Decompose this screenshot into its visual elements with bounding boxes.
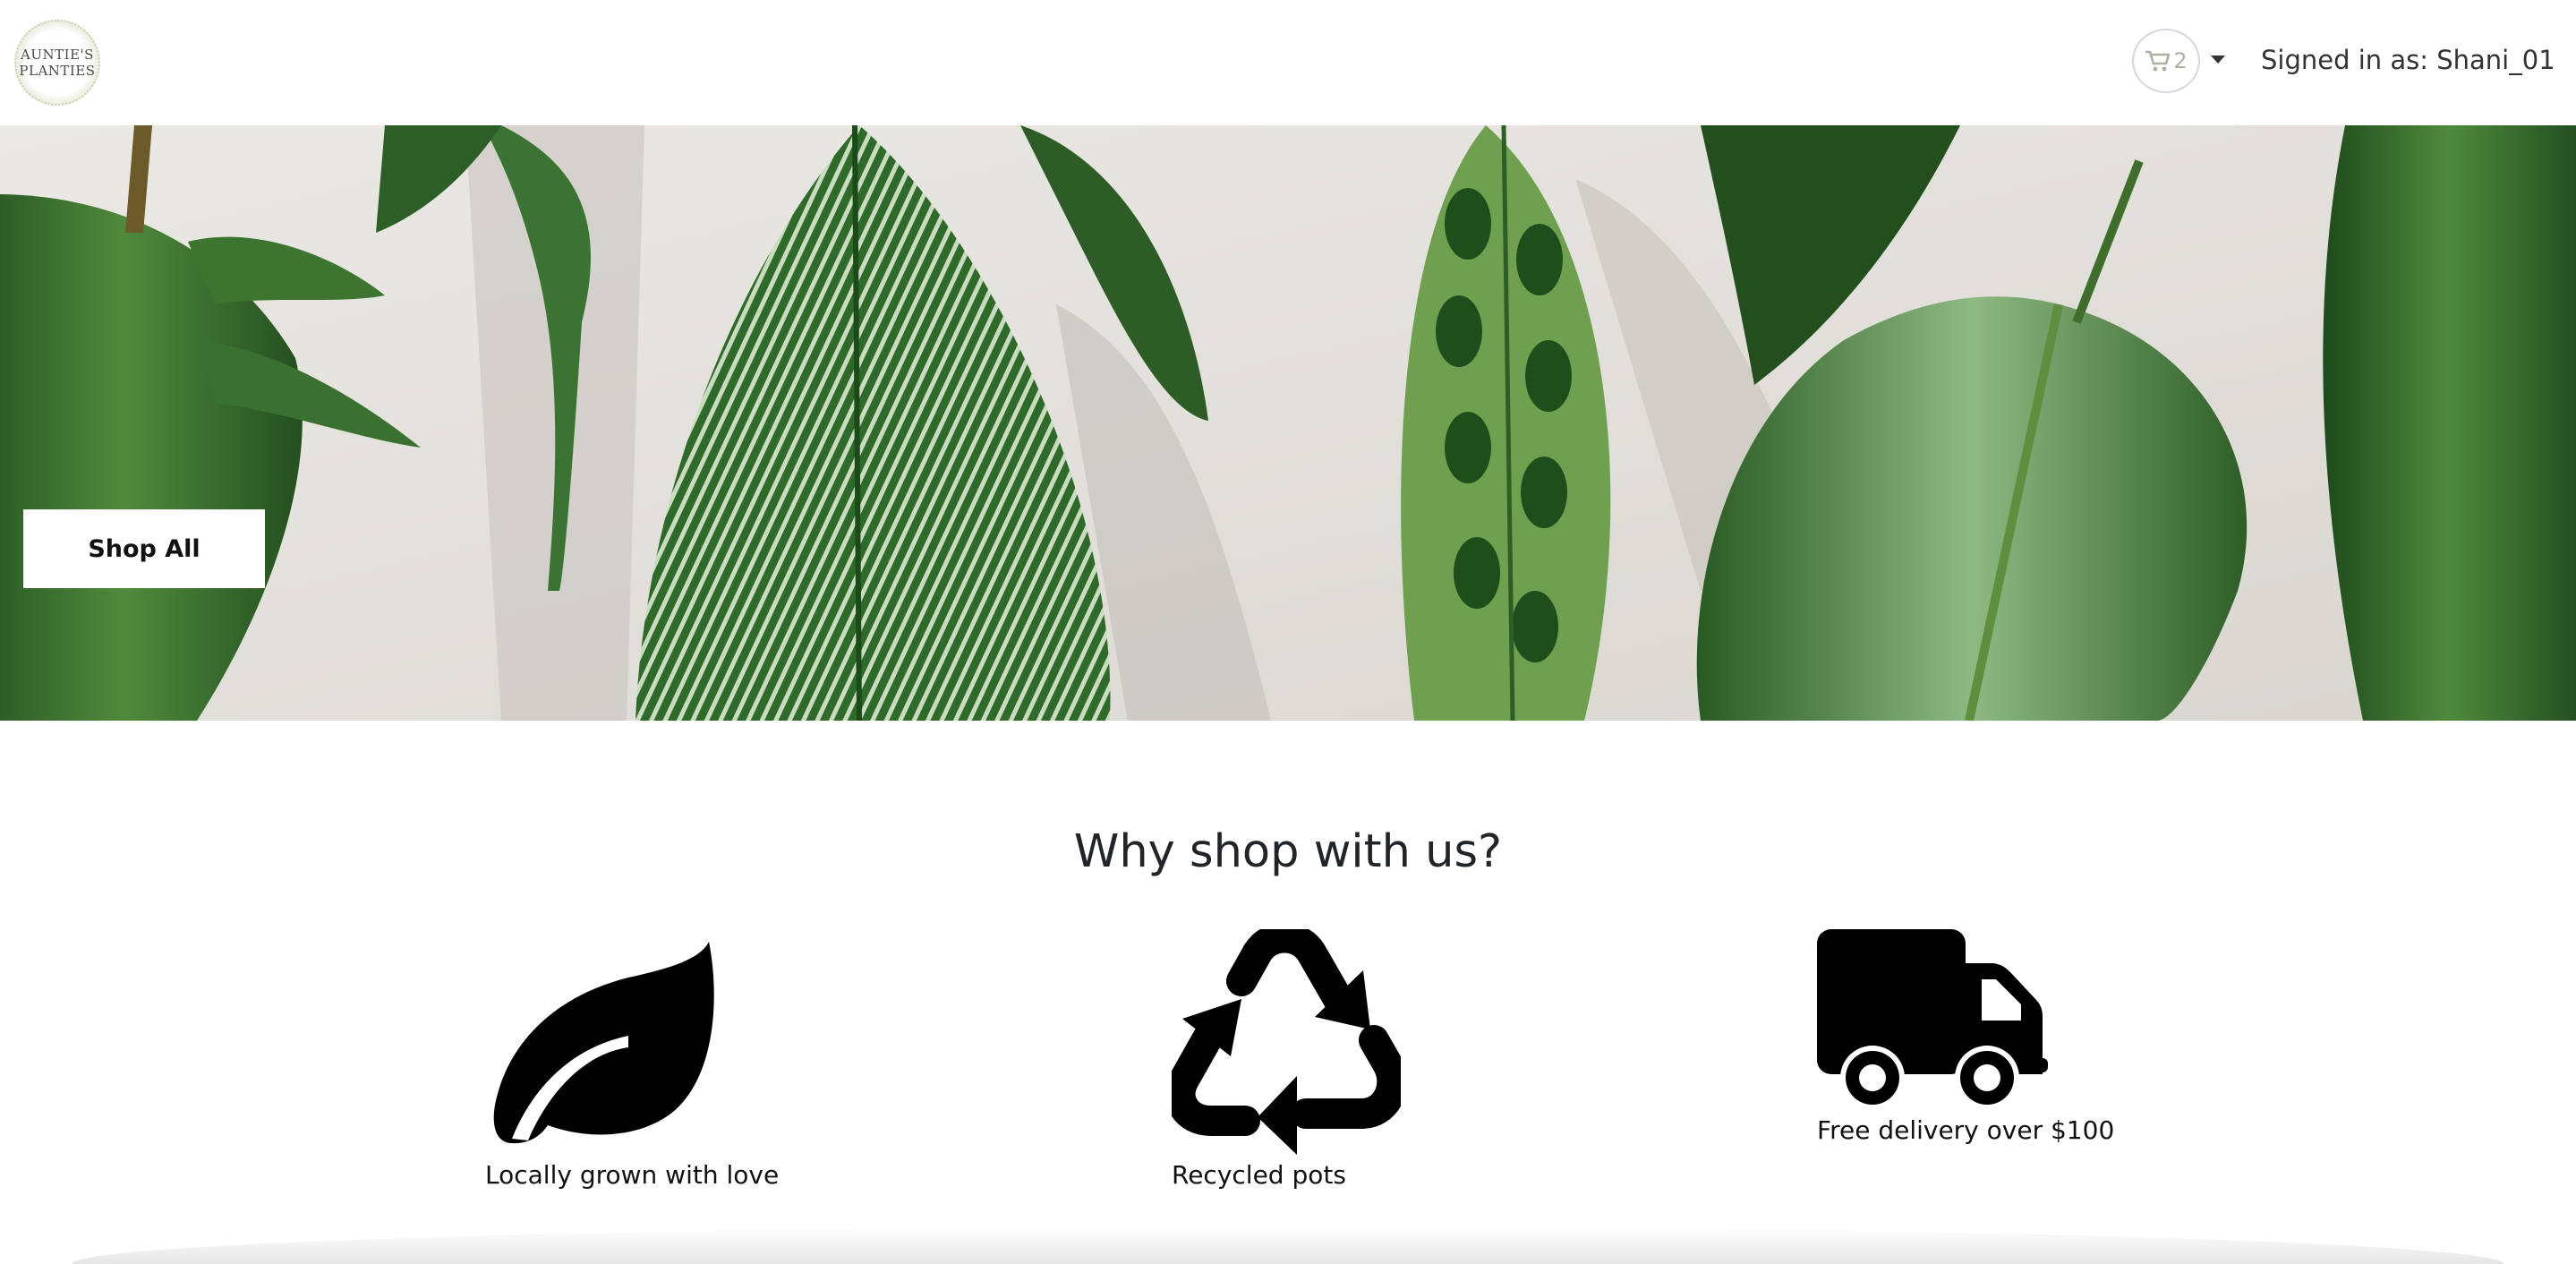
cart-icon — [2145, 50, 2171, 72]
truck-icon — [1817, 929, 2048, 1110]
shop-all-button[interactable]: Shop All — [23, 509, 265, 588]
chevron-down-icon[interactable] — [2211, 56, 2225, 64]
brand-logo[interactable]: AUNTIE'S PLANTIES — [14, 20, 100, 106]
feature-label: Free delivery over $100 — [1817, 1115, 2115, 1145]
logo-text-line1: AUNTIE'S — [21, 47, 94, 63]
recycle-icon — [1172, 929, 1401, 1155]
hero-banner: Shop All — [0, 125, 2576, 721]
section-title: Why shop with us? — [1073, 825, 1503, 878]
feature-locally-grown: Locally grown with love — [485, 942, 779, 1190]
hero-leaves-image — [0, 125, 2576, 721]
feature-recycled-pots: Recycled pots — [1172, 929, 1401, 1190]
cart-button[interactable]: 2 — [2132, 29, 2200, 93]
feature-label: Locally grown with love — [485, 1160, 780, 1190]
cart-count-badge: 2 — [2173, 48, 2188, 73]
signed-in-user[interactable]: Signed in as: Shani_01 — [2261, 45, 2555, 75]
navbar: AUNTIE'S PLANTIES 2 Signed in as: Shani_… — [0, 0, 2576, 125]
feature-label: Recycled pots — [1172, 1160, 1346, 1190]
leaf-icon — [493, 942, 714, 1144]
feature-free-delivery: Free delivery over $100 — [1817, 927, 2114, 1145]
logo-text-line2: PLANTIES — [19, 63, 96, 79]
footer-shadow — [72, 1226, 2504, 1264]
